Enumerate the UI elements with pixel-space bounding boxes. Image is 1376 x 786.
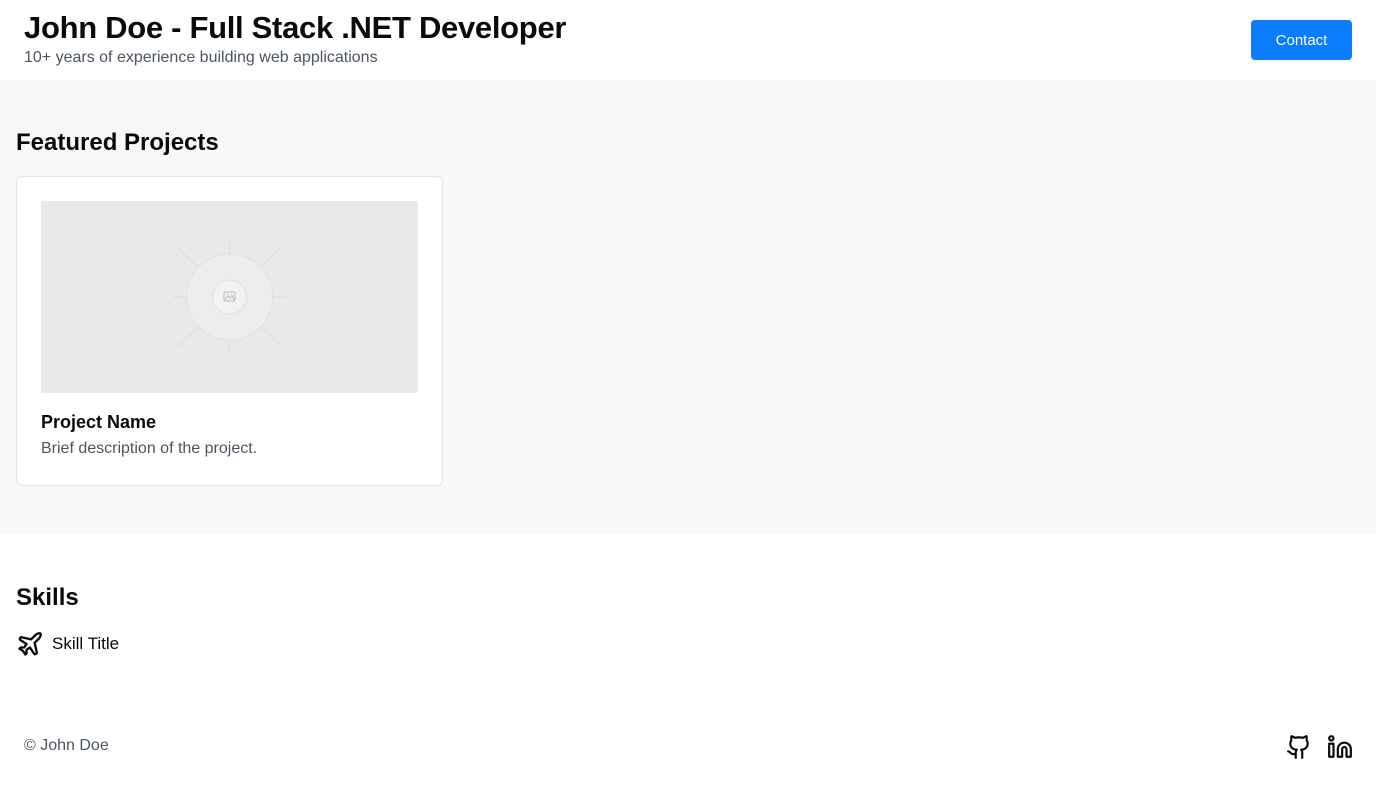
site-header: John Doe - Full Stack .NET Developer 10+… — [0, 0, 1376, 80]
copyright-text: © John Doe — [24, 737, 109, 754]
skill-title: Skill Title — [52, 634, 120, 653]
github-icon — [1287, 735, 1309, 759]
airplane-icon — [18, 632, 42, 656]
skills-section: Skills Skill Title — [0, 534, 1376, 694]
linkedin-link[interactable] — [1327, 734, 1353, 760]
project-card[interactable]: Project Name Brief description of the pr… — [16, 176, 443, 486]
image-placeholder-icon — [173, 241, 286, 353]
skills-heading: Skills — [16, 584, 79, 611]
project-image-placeholder — [41, 201, 418, 393]
featured-projects-heading: Featured Projects — [16, 129, 219, 156]
skill-item: Skill Title — [16, 630, 119, 658]
project-name: Project Name — [41, 412, 157, 432]
linkedin-icon — [1328, 735, 1352, 758]
site-footer: © John Doe — [0, 694, 1376, 786]
project-description: Brief description of the project. — [41, 440, 258, 457]
contact-button[interactable]: Contact — [1251, 20, 1352, 60]
page-title: John Doe - Full Stack .NET Developer — [24, 10, 567, 45]
featured-projects-section: Featured Projects Project Name Brief des… — [0, 80, 1376, 534]
page-subtitle: 10+ years of experience building web app… — [24, 49, 378, 66]
github-link[interactable] — [1286, 734, 1312, 760]
